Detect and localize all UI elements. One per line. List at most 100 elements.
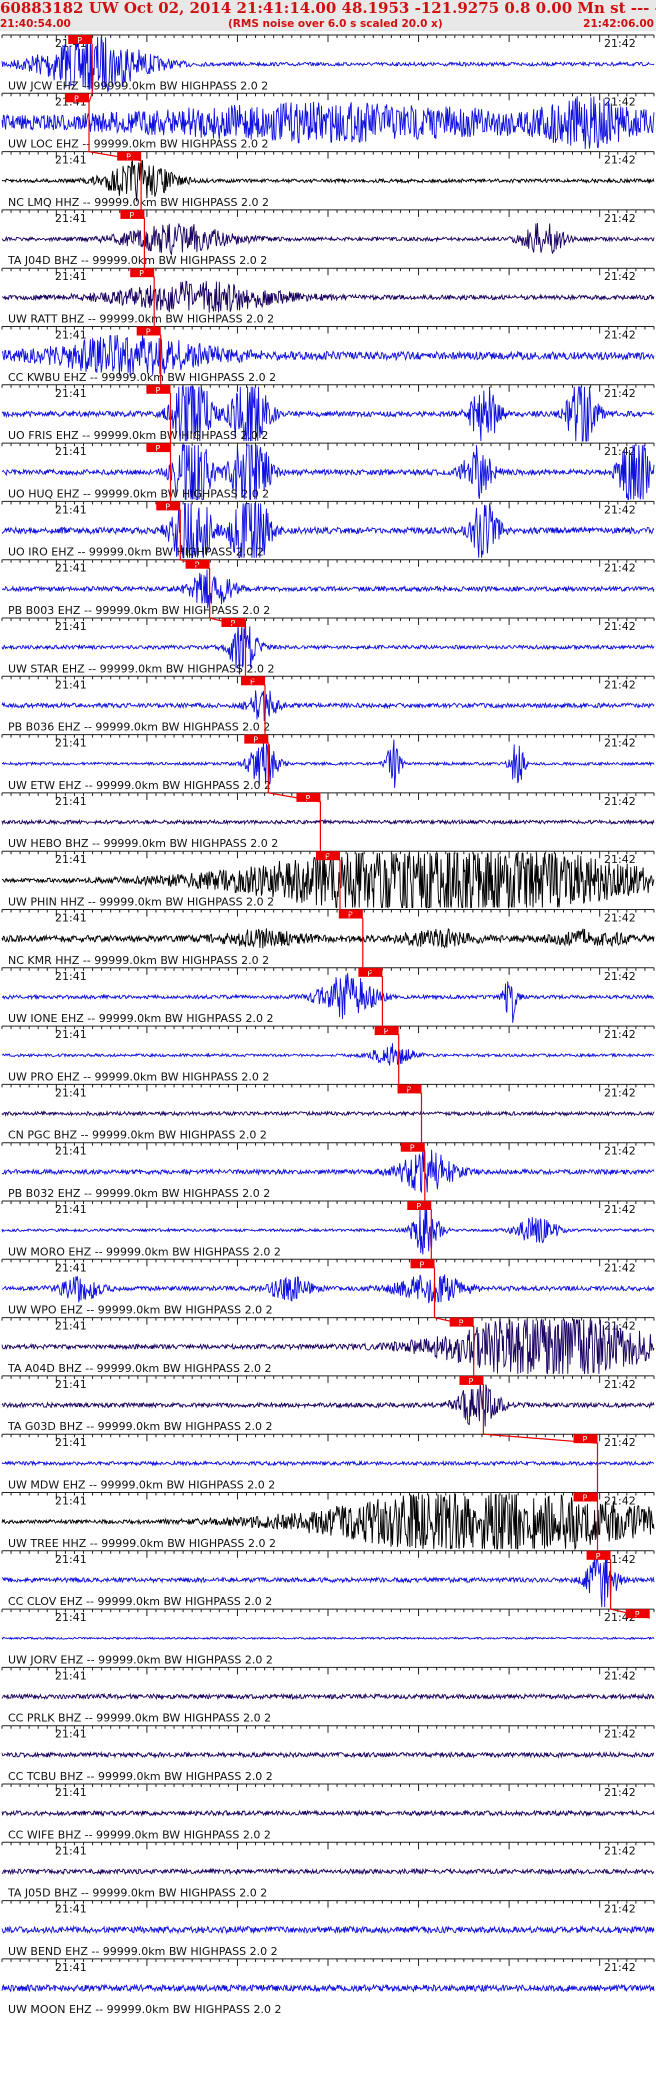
station-label: UW LOC EHZ -- 99999.0km BW HIGHPASS 2.0 …	[8, 138, 269, 151]
pick-label: P	[126, 153, 131, 162]
station-label: CC PRLK BHZ -- 99999.0km BW HIGHPASS 2.0…	[8, 1712, 271, 1725]
pick-label: P	[407, 1085, 412, 1094]
time-label-left: 21:41	[55, 1553, 87, 1566]
time-label-right: 21:42	[604, 970, 636, 983]
waveform	[2, 1149, 655, 1194]
waveform	[1, 1043, 655, 1066]
trace-row: 21:41 21:42 CC PRLK BHZ -- 99999.0km BW HI…	[1, 1666, 655, 1725]
pick-label: P	[146, 328, 151, 337]
pick-label: P	[583, 1494, 588, 1503]
time-label-right: 21:42	[604, 329, 636, 342]
time-label-left: 21:41	[55, 970, 87, 983]
time-label-right: 21:42	[604, 1961, 636, 1974]
trace-row: 21:41 21:42 UW IONE EHZ -- 99999.0km BW HI…	[1, 967, 655, 1025]
time-label-left: 21:41	[55, 795, 87, 808]
station-label: UO HUQ EHZ -- 99999.0km BW HIGHPASS 2.0 …	[8, 487, 269, 500]
trace-row: 21:41 21:42 UO FRIS EHZ -- 99999.0km BW HI…	[1, 384, 655, 442]
time-range-bar: 21:40:54.00 (RMS noise over 6.0 s scaled…	[0, 17, 656, 31]
time-label-right: 21:42	[604, 387, 636, 400]
end-time: 21:42:06.00	[583, 18, 654, 30]
time-label-right: 21:42	[604, 912, 636, 925]
time-label-left: 21:41	[55, 562, 87, 575]
station-label: PB B036 EHZ -- 99999.0km BW HIGHPASS 2.0…	[8, 721, 270, 734]
waveform	[1, 1750, 655, 1759]
time-label-right: 21:42	[604, 1203, 636, 1216]
station-label: UW MOON EHZ -- 99999.0km BW HIGHPASS 2.0…	[8, 2003, 281, 2016]
time-label-right: 21:42	[604, 1145, 636, 1158]
time-label-right: 21:42	[604, 270, 636, 283]
trace-row: 21:41 21:42 PB B003 EHZ -- 99999.0km BW HI…	[1, 559, 655, 617]
trace-row: 21:4121:42UW JCW EHZ -- 99999.0km BW HIG…	[1, 34, 655, 93]
trace-row: 21:41 21:42 CC TCBU BHZ -- 99999.0km BW HI…	[1, 1725, 655, 1783]
time-label-right: 21:42	[604, 1436, 636, 1449]
station-label: TA A04D BHZ -- 99999.0km BW HIGHPASS 2.0…	[7, 1362, 271, 1375]
station-label: TA G03D BHZ -- 99999.0km BW HIGHPASS 2.0…	[7, 1420, 272, 1433]
time-label-right: 21:42	[604, 1378, 636, 1391]
pick-label: P	[305, 794, 310, 803]
trace-row: 21:4121:42UW LOC EHZ -- 99999.0km BW HIG…	[1, 92, 655, 151]
station-label: UW ETW EHZ -- 99999.0km BW HIGHPASS 2.0 …	[8, 779, 271, 792]
station-label: UW MORO EHZ -- 99999.0km BW HIGHPASS 2.0…	[8, 1245, 281, 1258]
time-label-left: 21:41	[55, 445, 87, 458]
waveform	[1, 280, 655, 313]
time-label-left: 21:41	[55, 737, 87, 750]
time-label-right: 21:42	[604, 1028, 636, 1041]
waveform-panel: 21:41 21:42 UW JCW EHZ -- 99999.0km BW HIG…	[1, 34, 655, 2016]
trace-row: 21:41 21:42 PB B032 EHZ -- 99999.0km BW HI…	[1, 1142, 655, 1200]
station-label: UW MDW EHZ -- 99999.0km BW HIGHPASS 2.0 …	[8, 1479, 275, 1492]
time-label-right: 21:42	[604, 1786, 636, 1799]
time-label-right: 21:42	[604, 1669, 636, 1682]
time-label-left: 21:41	[55, 678, 87, 691]
time-label-right: 21:42	[604, 1728, 636, 1741]
time-label-left: 21:41	[55, 212, 87, 225]
pick-label: P	[410, 1144, 415, 1153]
time-label-right: 21:42	[604, 503, 636, 516]
trace-row: 21:41 21:42 CN PGC BHZ -- 99999.0km BW HIG…	[1, 1083, 655, 1142]
trace-row: 21:41 21:42 UW STAR EHZ -- 99999.0km BW HI…	[1, 617, 655, 675]
time-label-right: 21:42	[604, 212, 636, 225]
time-label-left: 21:41	[55, 1495, 87, 1508]
trace-row: 21:41 21:42 PB B036 EHZ -- 99999.0km BW HI…	[1, 675, 655, 734]
station-label: UW BEND EHZ -- 99999.0km BW HIGHPASS 2.0…	[8, 1945, 278, 1958]
station-label: CN PGC BHZ -- 99999.0km BW HIGHPASS 2.0 …	[8, 1129, 267, 1142]
time-label-left: 21:41	[55, 1378, 87, 1391]
time-label-left: 21:41	[55, 1669, 87, 1682]
waveform	[1, 1924, 655, 1935]
waveform	[1, 690, 655, 722]
trace-row: 21:41 21:42 UW MDW EHZ -- 99999.0km BW HIG…	[1, 1433, 655, 1492]
event-title: 60883182 UW Oct 02, 2014 21:41:14.00 48.…	[0, 0, 656, 17]
trace-row: 21:41 21:42 TA J04D BHZ -- 99999.0km BW HI…	[1, 209, 655, 267]
trace-row: 21:41 21:42 NC KMR HHZ -- 99999.0km BW HIG…	[1, 909, 655, 967]
station-label: UW IONE EHZ -- 99999.0km BW HIGHPASS 2.0…	[8, 1012, 274, 1025]
time-label-right: 21:42	[604, 37, 636, 50]
station-label: UW TREE HHZ -- 99999.0km BW HIGHPASS 2.0…	[8, 1537, 276, 1550]
pick-label: P	[74, 94, 79, 103]
start-time: 21:40:54.00	[0, 18, 71, 30]
pick-label: P	[348, 911, 353, 920]
time-label-left: 21:41	[55, 620, 87, 633]
waveform	[1, 1809, 655, 1818]
trace-row: 21:41 21:42 TA J05D BHZ -- 99999.0km BW HI…	[1, 1841, 655, 1900]
time-label-right: 21:42	[604, 562, 636, 575]
time-label-left: 21:41	[55, 270, 87, 283]
time-label-left: 21:41	[55, 387, 87, 400]
trace-row: 21:41 21:42 UO IRO EHZ -- 99999.0km BW HIG…	[1, 500, 655, 559]
time-label-right: 21:42	[604, 678, 636, 691]
pick-label: P	[416, 1202, 421, 1211]
pick-label: P	[155, 386, 160, 395]
time-label-left: 21:41	[55, 1903, 87, 1916]
trace-row: 21:41 21:42 UW TREE HHZ -- 99999.0km BW HI…	[1, 1492, 655, 1551]
waveform	[1, 1636, 655, 1641]
noise-note: (RMS noise over 6.0 s scaled 20.0 x)	[228, 18, 443, 30]
trace-row: 21:41 21:42 UW PRO EHZ -- 99999.0km BW HIG…	[1, 1025, 655, 1083]
trace-row: 21:41 21:42 UW ETW EHZ -- 99999.0km BW HIG…	[1, 734, 655, 792]
trace-row: 21:41 21:42 NC LMQ HHZ -- 99999.0km BW HIG…	[1, 151, 655, 209]
time-label-right: 21:42	[604, 445, 636, 458]
waveform	[1, 569, 655, 609]
time-label-right: 21:42	[604, 1495, 636, 1508]
time-label-left: 21:41	[55, 1786, 87, 1799]
station-label: TA J05D BHZ -- 99999.0km BW HIGHPASS 2.0…	[7, 1887, 267, 1900]
station-label: UW WPO EHZ -- 99999.0km BW HIGHPASS 2.0 …	[8, 1304, 273, 1317]
trace-row: 21:41 21:42 UW WPO EHZ -- 99999.0km BW HIG…	[1, 1258, 655, 1317]
station-label: NC KMR HHZ -- 99999.0km BW HIGHPASS 2.0 …	[8, 954, 269, 967]
